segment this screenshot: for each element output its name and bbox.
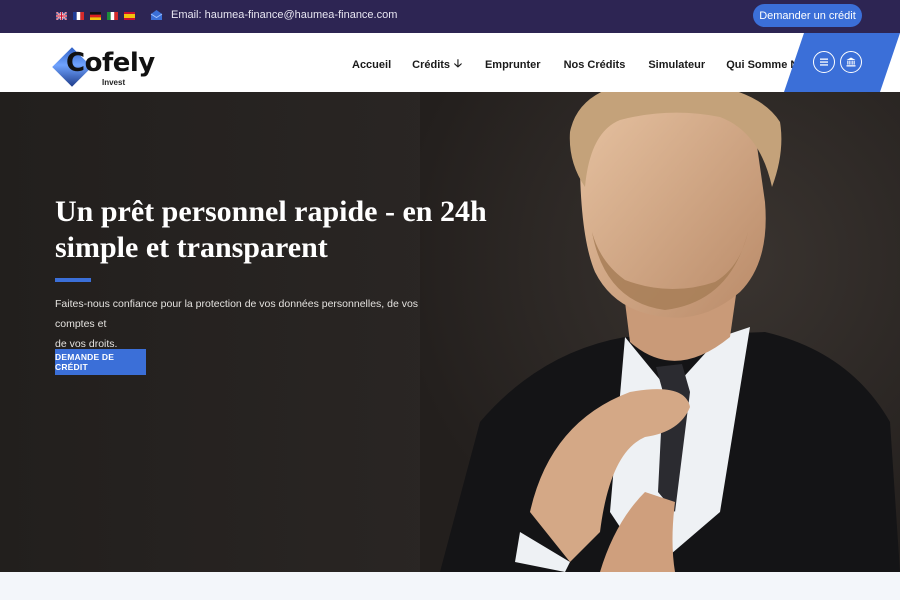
menu-button[interactable] bbox=[813, 51, 835, 73]
main-nav: Accueil Crédits 🡣 Emprunter Nos Crédits … bbox=[352, 55, 828, 74]
flag-uk-icon[interactable] bbox=[56, 12, 67, 20]
hero-title: Un prêt personnel rapide - en 24h simple… bbox=[55, 194, 535, 266]
hero-description-line-1: Faites-nous confiance pour la protection… bbox=[55, 298, 419, 330]
nav-item-simulateur[interactable]: Simulateur bbox=[648, 55, 705, 74]
logo-subtitle: Invest bbox=[102, 78, 126, 87]
nav-label: Simulateur bbox=[648, 58, 706, 71]
language-flags bbox=[56, 12, 135, 20]
nav-item-nos-credits[interactable]: Nos Crédits bbox=[564, 55, 626, 74]
hero-description: Faites-nous confiance pour la protection… bbox=[55, 294, 425, 354]
flag-es-icon[interactable] bbox=[124, 12, 135, 20]
hero-divider bbox=[55, 278, 91, 282]
hero-title-line-1: Un prêt personnel rapide - en 24h bbox=[55, 195, 487, 228]
menu-lines-icon bbox=[820, 58, 828, 66]
flag-it-icon[interactable] bbox=[107, 12, 118, 20]
credit-request-button[interactable]: DEMANDE DE CRÉDIT bbox=[55, 349, 146, 375]
arrow-down-icon: 🡣 bbox=[454, 58, 462, 70]
hero-title-line-2: simple et transparent bbox=[55, 231, 328, 264]
nav-label: Nos Crédits bbox=[563, 58, 626, 71]
nav-label: Emprunter bbox=[484, 58, 541, 71]
hero-businessman-image bbox=[420, 92, 900, 572]
nav-item-credits[interactable]: Crédits 🡣 bbox=[412, 55, 462, 74]
flag-de-icon[interactable] bbox=[90, 12, 101, 20]
envelope-icon bbox=[150, 10, 163, 20]
next-section-edge bbox=[0, 572, 900, 600]
request-credit-button[interactable]: Demander un crédit bbox=[753, 4, 862, 27]
logo-wordmark: Cofely bbox=[66, 48, 155, 78]
bank-icon bbox=[846, 57, 856, 67]
nav-item-emprunter[interactable]: Emprunter bbox=[485, 55, 541, 74]
nav-label: Crédits bbox=[412, 58, 451, 71]
flag-fr-icon[interactable] bbox=[73, 12, 84, 20]
email-label: Email: haumea-finance@haumea-finance.com bbox=[171, 9, 398, 21]
hero-section: Un prêt personnel rapide - en 24h simple… bbox=[0, 92, 900, 572]
nav-item-accueil[interactable]: Accueil bbox=[352, 55, 391, 74]
logo[interactable]: Cofely Invest bbox=[52, 47, 156, 87]
top-bar: Email: haumea-finance@haumea-finance.com… bbox=[0, 0, 900, 33]
nav-label: Accueil bbox=[352, 58, 392, 71]
bank-button[interactable] bbox=[840, 51, 862, 73]
contact-email[interactable]: Email: haumea-finance@haumea-finance.com bbox=[150, 9, 397, 21]
main-header: Cofely Invest Accueil Crédits 🡣 Emprunte… bbox=[0, 33, 900, 92]
